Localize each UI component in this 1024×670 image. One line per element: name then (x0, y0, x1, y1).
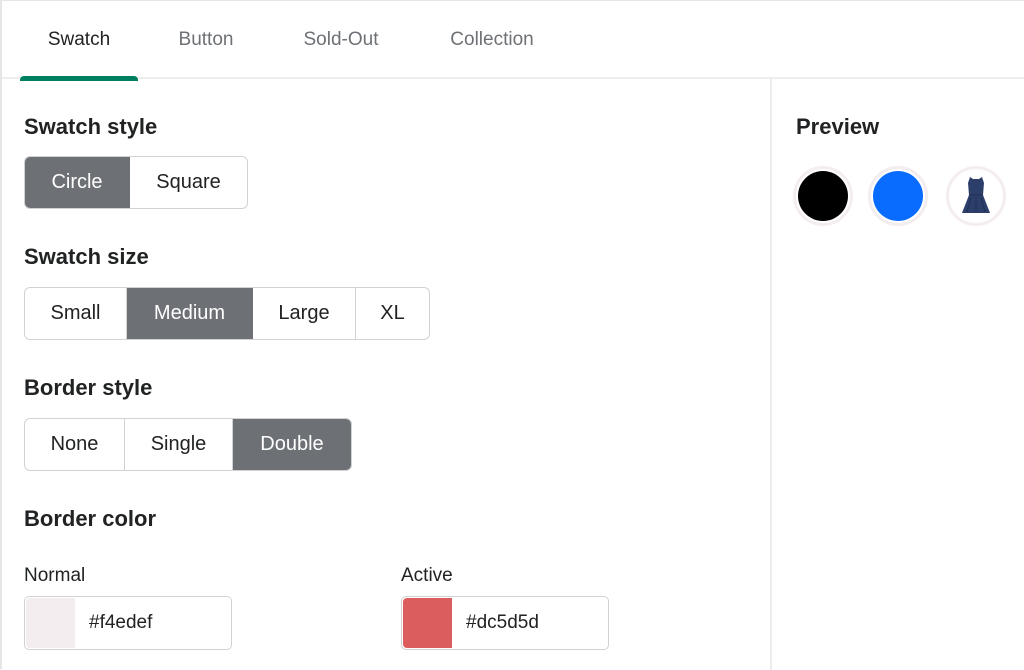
border-style-double[interactable]: Double (233, 419, 351, 470)
swatch-size-xl[interactable]: XL (356, 288, 429, 339)
active-color-value[interactable]: #dc5d5d (466, 612, 539, 634)
border-style-single[interactable]: Single (125, 419, 233, 470)
swatch-style-circle[interactable]: Circle (25, 157, 130, 208)
normal-color-label: Normal (24, 565, 86, 586)
tab-sold-out[interactable]: Sold-Out (274, 1, 408, 79)
swatch-style-group: Circle Square (24, 156, 248, 209)
swatch-color-fill (798, 171, 848, 221)
preview-swatch-blue[interactable] (868, 166, 928, 226)
preview-heading: Preview (796, 114, 880, 139)
preview-swatch-black[interactable] (793, 166, 853, 226)
swatch-size-small[interactable]: Small (25, 288, 127, 339)
tab-label: Sold-Out (303, 29, 379, 50)
active-tab-indicator (20, 76, 138, 81)
border-style-group: None Single Double (24, 418, 352, 471)
normal-color-input[interactable]: #f4edef (24, 596, 232, 650)
border-style-none[interactable]: None (25, 419, 125, 470)
tab-label: Swatch (47, 29, 111, 50)
swatch-style-square[interactable]: Square (130, 157, 247, 208)
normal-color-chip[interactable] (26, 598, 75, 648)
active-color-label: Active (401, 565, 453, 586)
swatch-color-fill (873, 171, 923, 221)
swatch-size-medium[interactable]: Medium (127, 288, 253, 339)
preview-swatch-image[interactable] (946, 166, 1006, 226)
border-color-heading: Border color (24, 506, 157, 531)
swatch-size-group: Small Medium Large XL (24, 287, 430, 340)
settings-panel: Swatch Button Sold-Out Collection Swatch… (0, 0, 1024, 670)
active-color-chip[interactable] (403, 598, 452, 648)
swatch-size-heading: Swatch size (24, 244, 149, 269)
normal-color-value[interactable]: #f4edef (89, 612, 152, 634)
tab-button[interactable]: Button (152, 1, 260, 79)
swatch-size-large[interactable]: Large (253, 288, 356, 339)
active-color-input[interactable]: #dc5d5d (401, 596, 609, 650)
dress-image-icon (951, 171, 1001, 221)
tab-label: Button (178, 29, 234, 50)
border-style-heading: Border style (24, 375, 153, 400)
tab-collection[interactable]: Collection (426, 1, 558, 79)
tab-swatch[interactable]: Swatch (20, 1, 138, 81)
column-divider (770, 79, 772, 670)
tab-bar: Swatch Button Sold-Out Collection (2, 1, 1024, 81)
swatch-style-heading: Swatch style (24, 114, 158, 139)
tab-label: Collection (450, 29, 534, 50)
